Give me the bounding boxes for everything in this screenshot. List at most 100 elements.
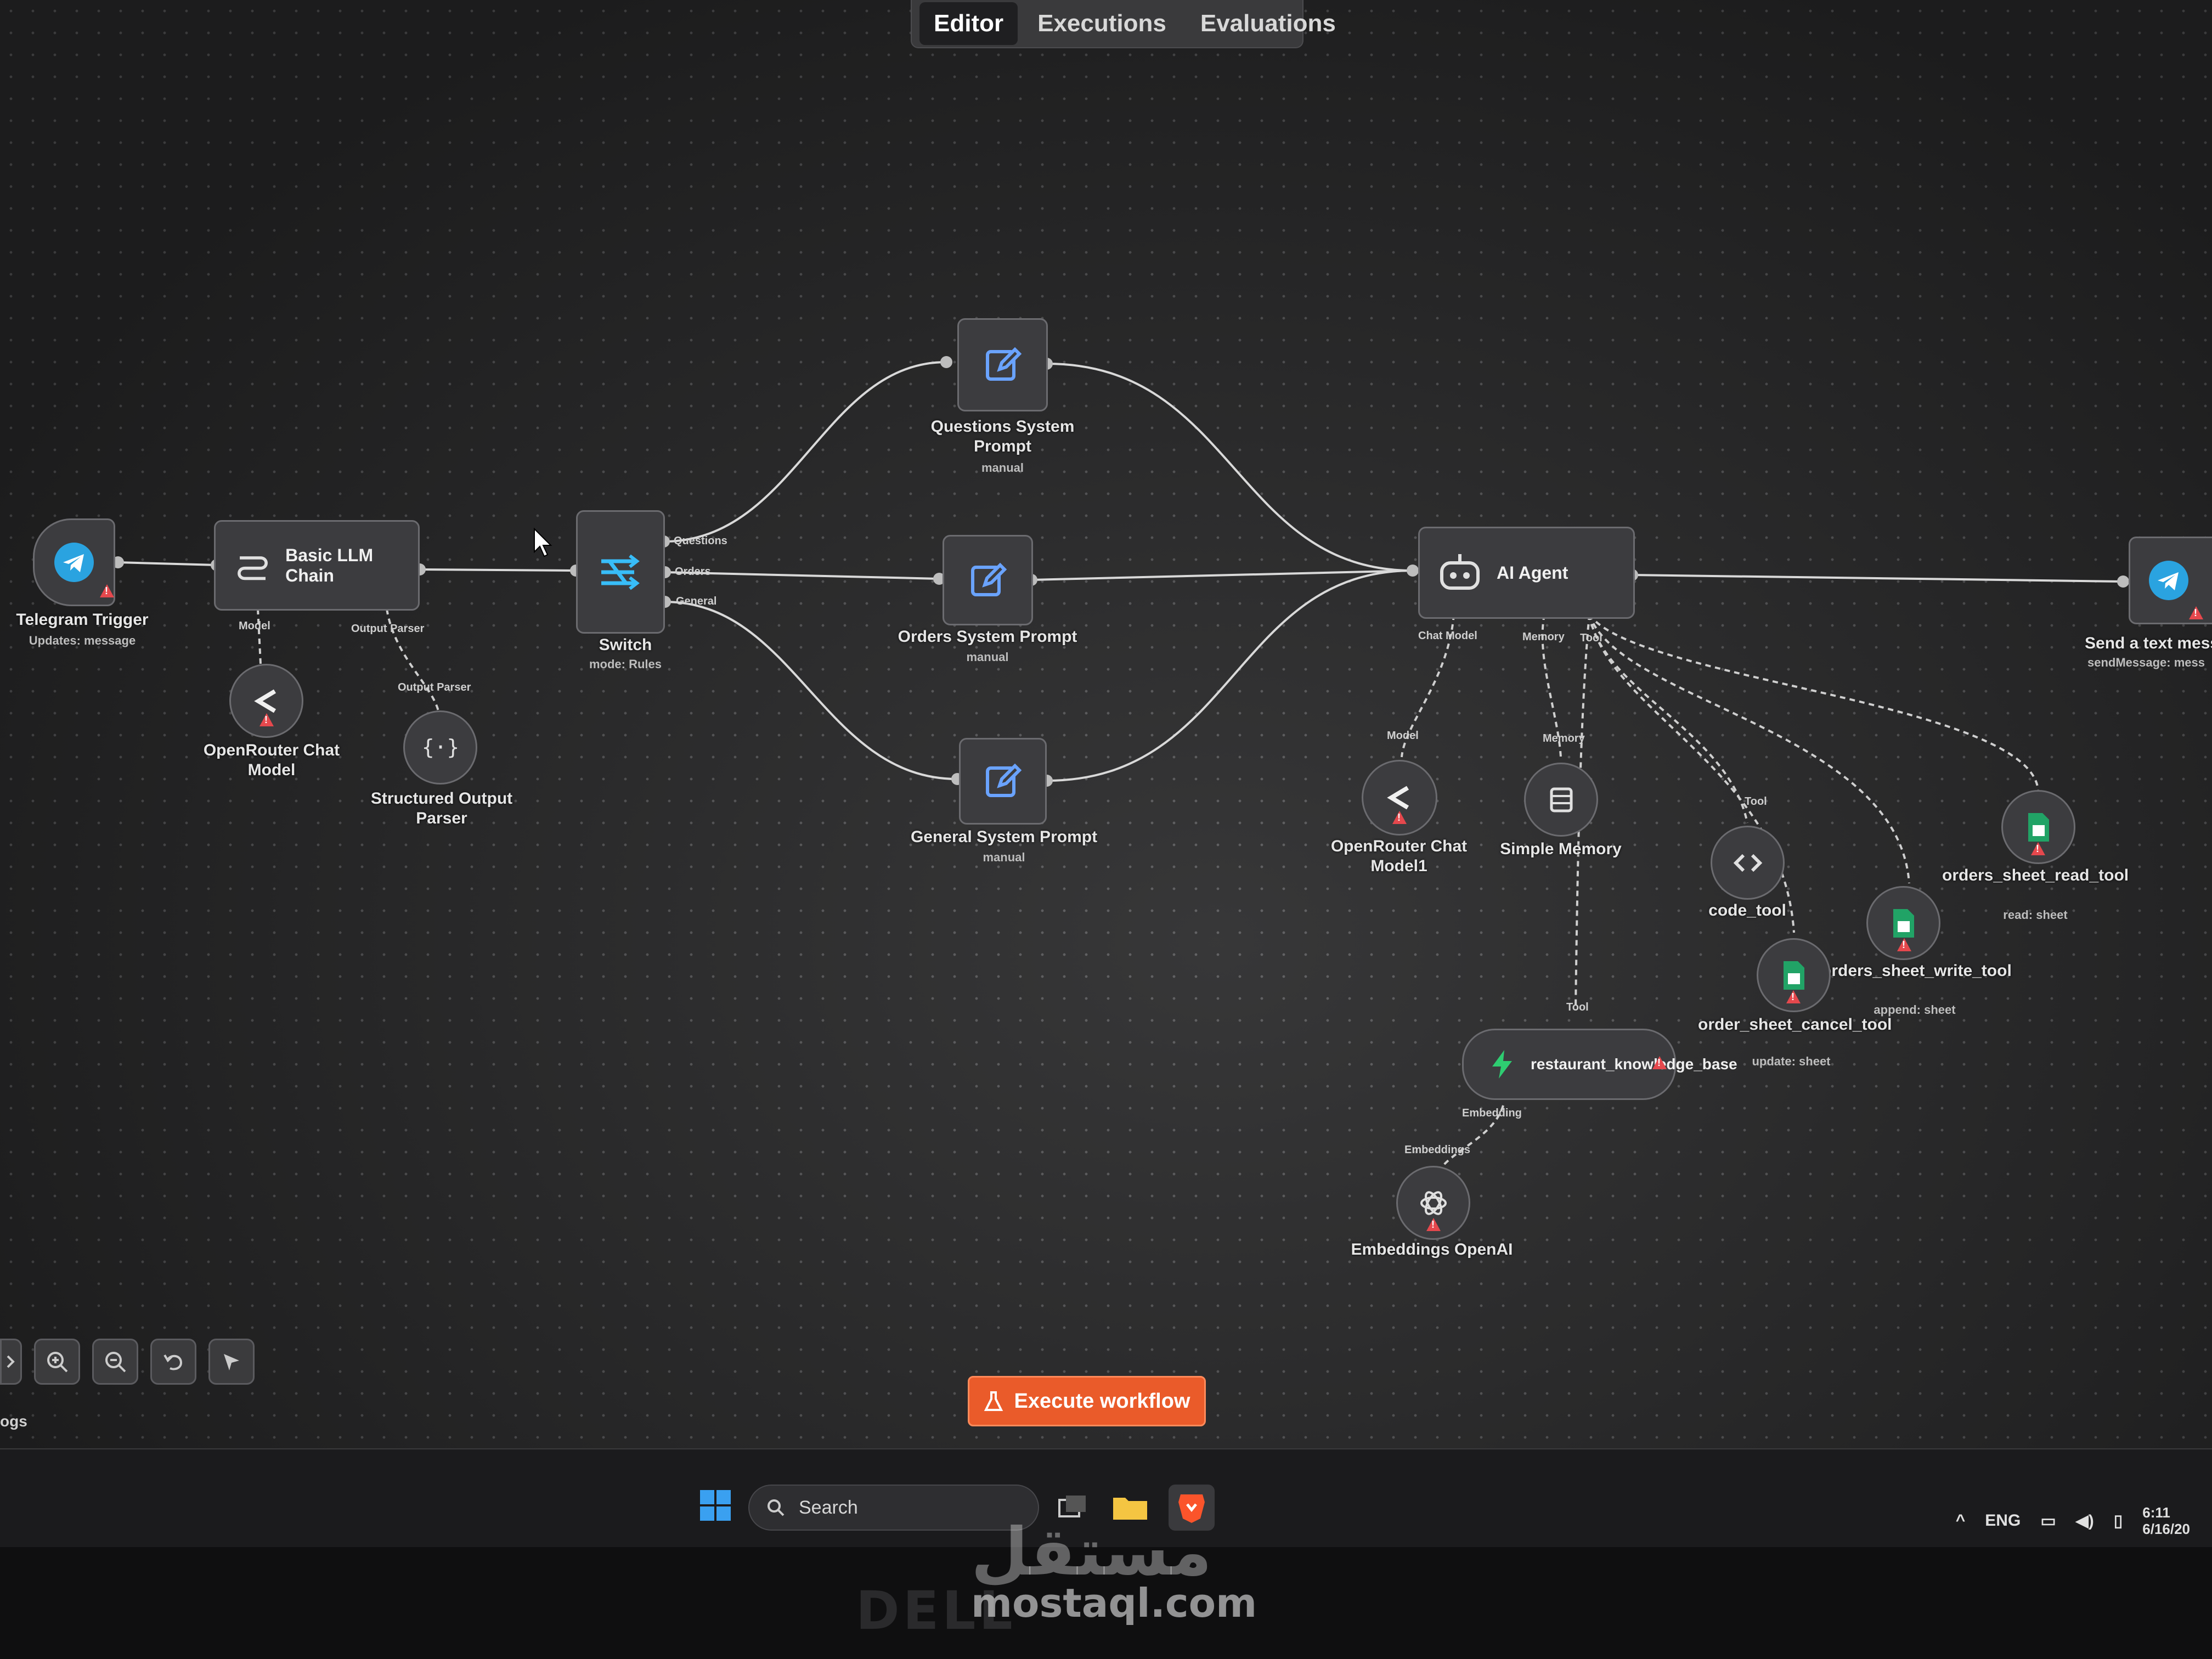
send-text-message-label: Send a text mess (2085, 634, 2212, 652)
connections-layer (112, 356, 2129, 1180)
orders-sheet-read-tool-sub: read: sheet (2003, 908, 2068, 922)
telegram-trigger-sub: Updates: message (29, 634, 136, 647)
telegram-icon (2149, 561, 2188, 600)
orders-system-prompt-node[interactable] (943, 535, 1033, 625)
openrouter-chat-model-node[interactable] (229, 664, 303, 738)
clock-date: 6/16/20 (2142, 1521, 2190, 1537)
telegram-icon (54, 543, 94, 582)
warning-icon (1786, 990, 1801, 1003)
port-model-label: Model (239, 620, 270, 632)
canvas-toolbar (0, 1339, 255, 1385)
orders-sheet-read-tool-label: orders_sheet_read_tool (1942, 866, 2129, 884)
language-indicator[interactable]: ENG (1985, 1511, 2021, 1530)
basic-llm-chain-label: Basic LLM Chain (285, 545, 374, 585)
undo-button[interactable] (150, 1339, 196, 1385)
edge-model-openrouter (257, 608, 262, 664)
edge-general-agent (1046, 569, 1413, 782)
google-sheets-icon (1783, 961, 1804, 990)
port-tool-label: Tool (1566, 1001, 1589, 1013)
send-text-message-sub: sendMessage: mess (2087, 656, 2205, 669)
questions-system-prompt-label: Questions System Prompt (930, 417, 1075, 455)
network-icon[interactable]: ▭ (2040, 1511, 2056, 1531)
fit-view-button[interactable] (0, 1339, 22, 1385)
mouse-cursor-icon (534, 527, 552, 557)
questions-system-prompt-sub: manual (981, 461, 1024, 475)
edge-switch-questions (663, 361, 947, 543)
port-model-label: Model (1387, 730, 1419, 742)
port-memory-label: Memory (1522, 631, 1565, 643)
restaurant-knowledge-base-node[interactable]: restaurant_knowledge_base (1462, 1029, 1737, 1100)
clock[interactable]: 6:11 6/16/20 (2142, 1504, 2190, 1537)
edge-questions-agent (1046, 363, 1413, 572)
switch-sub: mode: Rules (589, 657, 662, 671)
ai-agent-node[interactable]: AI Agent (1418, 527, 1635, 619)
watermark-site: mostaql.com (971, 1580, 1257, 1626)
system-tray: ^ ENG ▭ ◀) ▯ 6:11 6/16/20 (1956, 1504, 2190, 1537)
general-system-prompt-node[interactable] (959, 738, 1047, 825)
embeddings-openai-label: Embeddings OpenAI (1351, 1240, 1513, 1259)
structured-output-parser-node[interactable]: {·} (403, 710, 477, 785)
flask-icon (984, 1391, 1003, 1411)
simple-memory-node[interactable] (1524, 763, 1598, 837)
zoom-in-icon (47, 1352, 68, 1373)
switch-label: Switch (599, 636, 652, 654)
database-icon (1550, 787, 1572, 812)
chevron-up-icon[interactable]: ^ (1956, 1511, 1966, 1530)
edge-agent-read (1588, 613, 2039, 791)
orders-system-prompt-label: Orders System Prompt (898, 628, 1077, 646)
openrouter-chat-model-label: OpenRouter Chat Model (203, 741, 340, 779)
vector-store-icon (1492, 1050, 1512, 1079)
switch-node[interactable] (576, 510, 665, 634)
warning-icon (100, 584, 114, 597)
questions-system-prompt-node[interactable] (957, 318, 1048, 411)
search-placeholder: Search (799, 1497, 858, 1518)
general-system-prompt-sub: manual (983, 850, 1025, 864)
windows-start-icon[interactable] (698, 1488, 733, 1523)
edge-agent-send (1632, 574, 2124, 583)
tidy-up-button[interactable] (208, 1339, 255, 1385)
logs-tab[interactable]: ogs (0, 1413, 27, 1430)
orders-system-prompt-sub: manual (966, 650, 1009, 664)
zoom-in-button[interactable] (34, 1339, 80, 1385)
telegram-trigger-label: Telegram Trigger (16, 611, 149, 629)
google-sheets-icon (2028, 812, 2049, 842)
port-memory-label: Memory (1543, 732, 1585, 744)
order-sheet-cancel-tool-label: order_sheet_cancel_tool (1698, 1015, 1892, 1034)
general-system-prompt-label: General System Prompt (910, 828, 1098, 846)
port-output-parser-label: Output Parser (398, 681, 471, 693)
warning-icon (2031, 842, 2045, 855)
search-icon (768, 1499, 785, 1516)
port-embedding-label: Embedding (1462, 1107, 1522, 1119)
watermark-arabic: مستقل (971, 1514, 1212, 1590)
edit-icon (985, 347, 1022, 381)
port-output-parser-label: Output Parser (351, 623, 425, 635)
openrouter-chat-model1-label: OpenRouter Chat Model1 (1330, 837, 1468, 875)
openrouter-chat-model1-node[interactable] (1362, 760, 1437, 836)
battery-icon[interactable]: ▯ (2114, 1511, 2123, 1531)
warning-icon (259, 713, 274, 726)
port-tool-label: Tool (1580, 632, 1602, 644)
zoom-out-button[interactable] (92, 1339, 138, 1385)
code-icon (1733, 854, 1762, 872)
openrouter-icon (1387, 786, 1409, 810)
clock-time: 6:11 (2142, 1504, 2170, 1521)
google-sheets-icon (1893, 909, 1914, 938)
execute-workflow-button[interactable]: Execute workflow (968, 1376, 1206, 1426)
openrouter-icon (253, 689, 276, 713)
switch-output-questions: Questions (674, 535, 727, 547)
warning-icon (1392, 811, 1407, 824)
undo-icon (163, 1354, 183, 1370)
orders-sheet-write-tool-label: orders_sheet_write_tool (1821, 962, 2012, 980)
volume-icon[interactable]: ◀) (2076, 1511, 2094, 1531)
port-embeddings-label: Embeddings (1404, 1144, 1471, 1156)
fit-view-icon (7, 1355, 15, 1368)
ai-agent-label: AI Agent (1497, 562, 1568, 583)
code-tool-node[interactable] (1711, 826, 1785, 900)
basic-llm-chain-node[interactable]: Basic LLM Chain (214, 520, 420, 611)
simple-memory-label: Simple Memory (1500, 840, 1622, 858)
braces-icon: {·} (424, 735, 457, 759)
warning-icon (1652, 1056, 1667, 1069)
switch-icon (601, 554, 640, 590)
broom-icon (224, 1354, 239, 1370)
port-tool-label: Tool (1745, 795, 1767, 808)
